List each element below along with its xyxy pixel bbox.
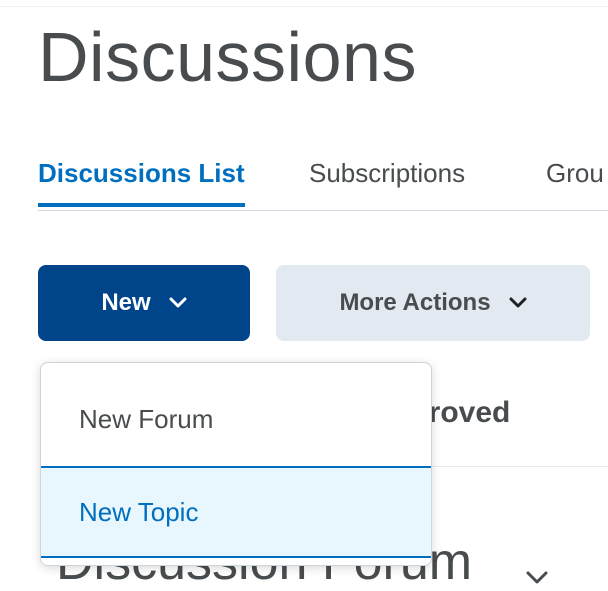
page-title: Discussions [38, 18, 417, 96]
forum-chevron-down-icon[interactable] [522, 568, 552, 588]
tab-bar: Discussions List Subscriptions Grou [38, 152, 608, 211]
new-button[interactable]: New [38, 265, 250, 341]
active-tab-indicator [38, 203, 245, 207]
new-dropdown-menu: New Forum New Topic [40, 362, 432, 566]
chevron-down-icon [169, 297, 187, 308]
top-divider [0, 6, 608, 7]
menu-item-new-forum[interactable]: New Forum [41, 373, 431, 465]
new-button-label: New [101, 289, 151, 316]
tab-subscriptions[interactable]: Subscriptions [309, 158, 465, 188]
menu-item-new-topic[interactable]: New Topic [41, 466, 431, 558]
tab-discussions-list[interactable]: Discussions List [38, 158, 245, 188]
more-actions-label: More Actions [339, 289, 491, 316]
more-actions-button[interactable]: More Actions [276, 265, 590, 341]
chevron-down-icon [509, 297, 527, 308]
tab-groups[interactable]: Grou [546, 158, 604, 188]
